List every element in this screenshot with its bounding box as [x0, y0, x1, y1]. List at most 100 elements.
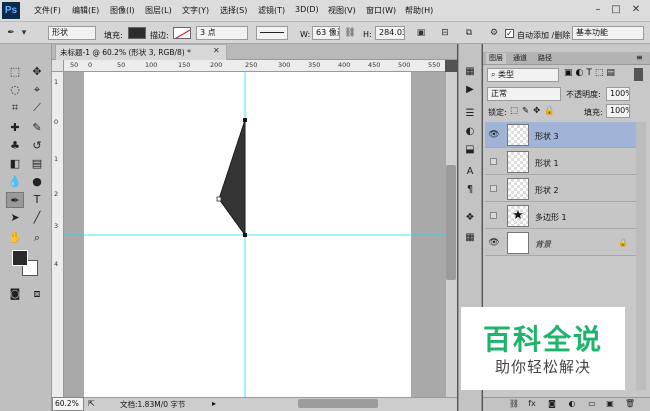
new-group-icon[interactable]: ▭	[586, 398, 598, 410]
blur-tool-icon[interactable]: 💧	[6, 174, 24, 190]
tool-mode-select[interactable]: 形状	[48, 26, 96, 40]
adjustment-layer-icon[interactable]: ◐	[566, 398, 578, 410]
path-alignment-icon[interactable]: ⊟	[438, 26, 452, 40]
new-layer-icon[interactable]: ▣	[604, 398, 616, 410]
lock-icons[interactable]: ⬚✎✥🔒	[510, 106, 559, 116]
stroke-type-select[interactable]	[256, 26, 288, 40]
properties-icon[interactable]: ☰	[462, 106, 478, 122]
line-tool-icon[interactable]: ╱	[28, 210, 46, 226]
maximize-icon[interactable]: □	[608, 3, 624, 17]
height-field[interactable]: 284.03	[375, 26, 405, 40]
dodge-tool-icon[interactable]: ●	[28, 174, 46, 190]
layer-row[interactable]: ★ 多边形 1	[485, 203, 636, 229]
chevron-down-icon[interactable]: ▾	[20, 26, 28, 40]
layer-row[interactable]: 👁 背景 🔒	[485, 230, 636, 256]
layer-row[interactable]: 形状 1	[485, 149, 636, 175]
visibility-toggle[interactable]	[490, 212, 497, 219]
tab-layers[interactable]: 图层	[486, 53, 506, 64]
layer-filter-select[interactable]: ⌕ 类型	[487, 68, 559, 82]
menu-help[interactable]: 帮助(H)	[405, 5, 433, 16]
menu-layer[interactable]: 图层(L)	[145, 5, 172, 16]
swatches-icon[interactable]: ❖	[462, 210, 478, 226]
eye-icon[interactable]: 👁	[487, 230, 501, 256]
clone-stamp-tool-icon[interactable]: ♣	[6, 138, 24, 154]
menu-filter[interactable]: 滤镜(T)	[258, 5, 285, 16]
horizontal-scroll-thumb[interactable]	[298, 399, 378, 408]
marquee-tool-icon[interactable]: ⬚	[6, 64, 24, 80]
pen-tool-icon[interactable]: ✒	[6, 192, 24, 208]
stroke-swatch[interactable]	[173, 27, 191, 39]
opacity-field[interactable]: 100%	[606, 87, 630, 101]
menu-select[interactable]: 选择(S)	[220, 5, 247, 16]
paragraph-icon[interactable]: ¶	[462, 182, 478, 198]
menu-view[interactable]: 视图(V)	[328, 5, 356, 16]
brush-tool-icon[interactable]: ✎	[28, 120, 46, 136]
layer-name[interactable]: 形状 2	[535, 185, 559, 196]
tab-paths[interactable]: 路径	[535, 53, 555, 64]
quick-select-tool-icon[interactable]: ⌖	[28, 82, 46, 98]
stroke-size-field[interactable]: 3 点	[196, 26, 248, 40]
vertical-scroll-thumb[interactable]	[446, 165, 456, 280]
menu-window[interactable]: 窗口(W)	[366, 5, 396, 16]
character-icon[interactable]: A	[462, 164, 478, 180]
styles-icon[interactable]: ⬓	[462, 142, 478, 158]
history-icon[interactable]: ▦	[462, 64, 478, 80]
menu-3d[interactable]: 3D(D)	[295, 5, 319, 14]
grid-icon[interactable]: ▦	[462, 230, 478, 246]
history-brush-tool-icon[interactable]: ↺	[28, 138, 46, 154]
auto-add-checkbox[interactable]: ✓	[505, 29, 514, 38]
minimize-icon[interactable]: –	[590, 3, 606, 17]
close-icon[interactable]: ✕	[628, 3, 644, 17]
blend-mode-select[interactable]: 正常	[487, 87, 561, 101]
pen-tool-preset-icon[interactable]: ✒	[4, 26, 18, 40]
fill-swatch[interactable]	[128, 27, 146, 39]
adjustments-icon[interactable]: ◐	[462, 124, 478, 140]
add-mask-icon[interactable]: ◙	[546, 398, 558, 410]
actions-icon[interactable]: ▶	[462, 82, 478, 98]
menu-file[interactable]: 文件(F)	[34, 5, 61, 16]
crop-tool-icon[interactable]: ⌗	[6, 100, 24, 116]
document-tab[interactable]: 未标题-1 @ 60.2% (形状 3, RGB/8) *	[55, 44, 227, 60]
width-field[interactable]: 63 像素	[312, 26, 340, 40]
gear-icon[interactable]: ⚙	[487, 26, 501, 40]
type-tool-icon[interactable]: T	[28, 192, 46, 208]
healing-brush-tool-icon[interactable]: ✚	[6, 120, 24, 136]
menu-type[interactable]: 文字(Y)	[182, 5, 209, 16]
screen-mode-icon[interactable]: ⧈	[28, 286, 46, 302]
path-operations-icon[interactable]: ▣	[414, 26, 428, 40]
fx-icon[interactable]: fx	[526, 398, 538, 410]
chevron-right-icon[interactable]: ▸	[212, 399, 216, 408]
workspace-select[interactable]: 基本功能	[572, 26, 644, 40]
layer-row[interactable]: 👁 形状 3	[485, 122, 636, 148]
path-arrangement-icon[interactable]: ⧉	[462, 26, 476, 40]
quick-mask-icon[interactable]: ◙	[6, 286, 24, 302]
eraser-tool-icon[interactable]: ◧	[6, 156, 24, 172]
fill-field[interactable]: 100%	[606, 104, 630, 118]
layer-name[interactable]: 多边形 1	[535, 212, 567, 223]
layer-name[interactable]: 形状 1	[535, 158, 559, 169]
lasso-tool-icon[interactable]: ◌	[6, 82, 24, 98]
layer-name[interactable]: 形状 3	[535, 131, 559, 142]
path-selection-tool-icon[interactable]: ➤	[6, 210, 24, 226]
move-tool-icon[interactable]: ✥	[28, 64, 46, 80]
layer-name[interactable]: 背景	[535, 239, 551, 250]
eyedropper-tool-icon[interactable]: ⟋	[28, 100, 46, 116]
layers-scrollbar[interactable]	[636, 122, 646, 390]
zoom-tool-icon[interactable]: ⌕	[28, 230, 46, 246]
panel-menu-icon[interactable]: ≡	[636, 53, 643, 62]
visibility-toggle[interactable]	[490, 185, 497, 192]
visibility-toggle[interactable]	[490, 158, 497, 165]
menu-edit[interactable]: 编辑(E)	[72, 5, 99, 16]
filter-toggle[interactable]	[634, 68, 643, 81]
foreground-color-swatch[interactable]	[12, 250, 28, 266]
menu-image[interactable]: 图像(I)	[110, 5, 135, 16]
eye-icon[interactable]: 👁	[487, 122, 501, 148]
ruler-corner[interactable]	[52, 60, 64, 72]
gradient-tool-icon[interactable]: ▤	[28, 156, 46, 172]
zoom-field[interactable]: 60.2%	[52, 397, 84, 411]
link-layers-icon[interactable]: ⛓	[508, 398, 520, 410]
close-tab-icon[interactable]: ✕	[213, 46, 220, 55]
hand-tool-icon[interactable]: ✋	[6, 230, 24, 246]
layer-row[interactable]: 形状 2	[485, 176, 636, 202]
document-info[interactable]: 文档:1.83M/0 字节	[120, 399, 185, 410]
